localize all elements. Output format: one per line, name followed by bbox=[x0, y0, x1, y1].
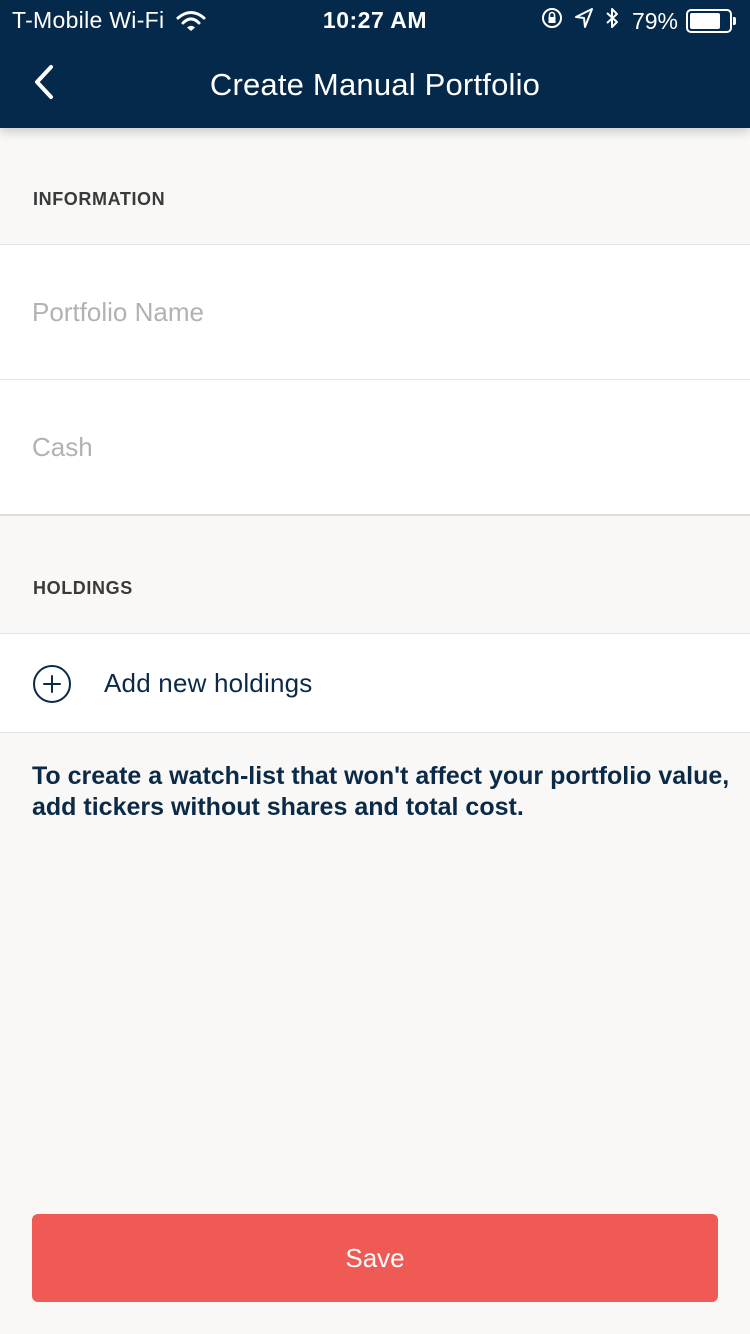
battery-icon bbox=[686, 9, 736, 33]
header: T-Mobile Wi-Fi 10:27 AM 79% Create Manua… bbox=[0, 0, 750, 128]
page-title: Create Manual Portfolio bbox=[209, 67, 541, 102]
battery-fill bbox=[690, 13, 720, 29]
orientation-lock-icon bbox=[540, 6, 564, 36]
location-arrow-icon bbox=[574, 7, 594, 35]
watchlist-note: To create a watch-list that won't affect… bbox=[32, 762, 730, 821]
plus-circle-icon bbox=[32, 664, 72, 704]
status-bar: T-Mobile Wi-Fi 10:27 AM 79% bbox=[0, 0, 750, 40]
status-right: 79% bbox=[530, 6, 736, 36]
save-button[interactable]: Save bbox=[32, 1214, 718, 1302]
cash-input[interactable] bbox=[0, 380, 750, 514]
add-new-holdings-button[interactable]: Add new holdings bbox=[0, 633, 750, 733]
section-header-holdings: HOLDINGS bbox=[33, 578, 133, 598]
cash-field bbox=[0, 379, 750, 516]
battery-percent: 79% bbox=[631, 7, 678, 34]
nav-bar: Create Manual Portfolio bbox=[0, 40, 750, 128]
portfolio-name-input[interactable] bbox=[0, 245, 750, 380]
bluetooth-icon bbox=[604, 6, 620, 36]
app-screen: T-Mobile Wi-Fi 10:27 AM 79% Create Manua… bbox=[0, 0, 750, 1334]
section-header-information: INFORMATION bbox=[33, 189, 166, 209]
portfolio-name-field bbox=[0, 244, 750, 380]
add-new-holdings-label: Add new holdings bbox=[104, 668, 313, 698]
